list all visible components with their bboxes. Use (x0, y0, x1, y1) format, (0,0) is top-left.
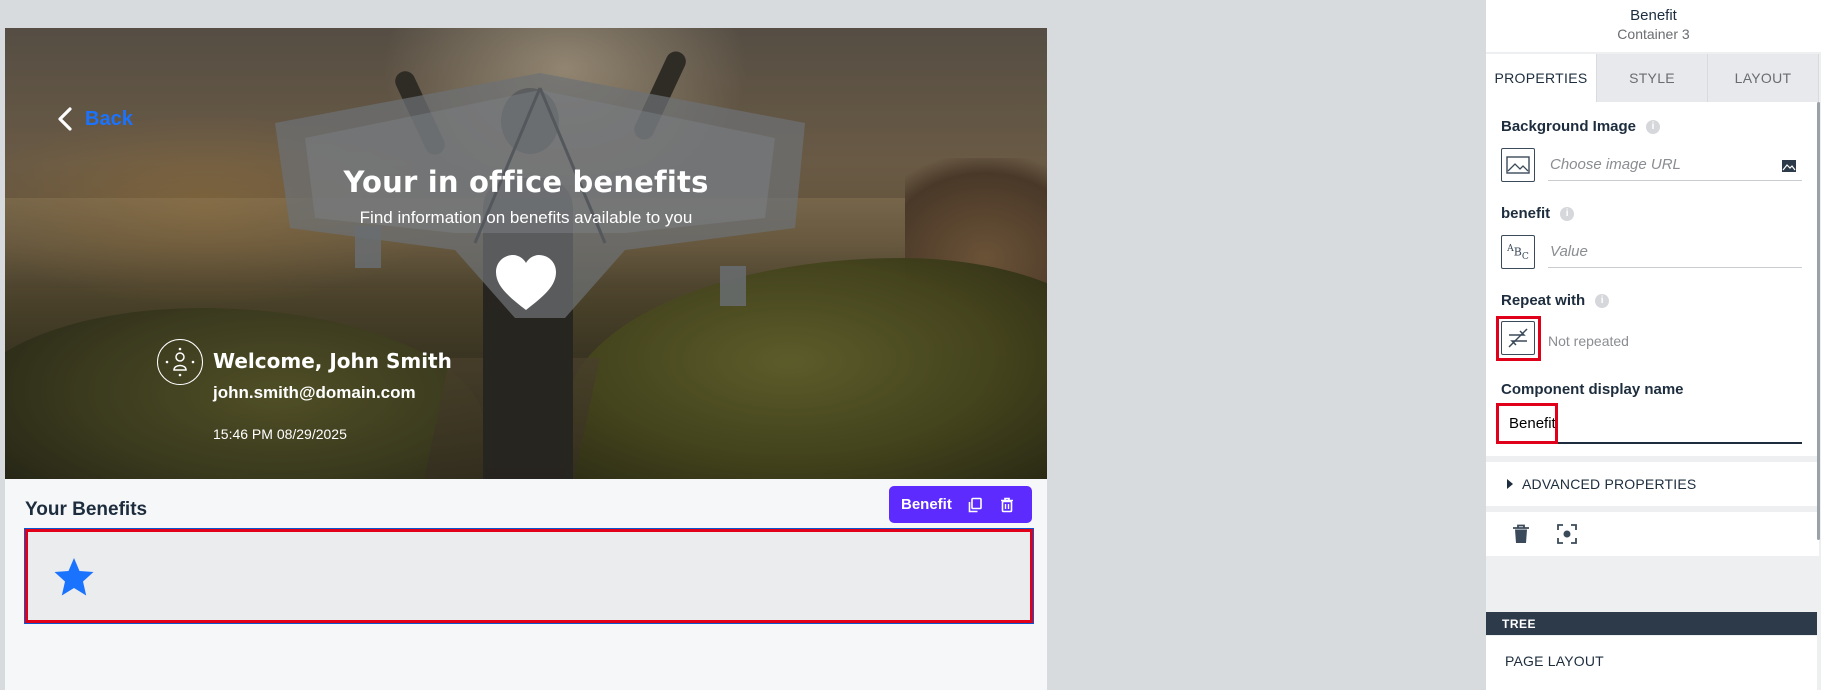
app-canvas-page: Back Your in office benefits Find inform… (5, 28, 1047, 690)
image-type-icon[interactable] (1501, 148, 1535, 182)
tree-item-page-layout[interactable]: PAGE LAYOUT (1505, 653, 1604, 669)
benefit-value-input[interactable] (1548, 236, 1802, 268)
background-image-input[interactable] (1548, 149, 1802, 181)
advanced-properties-label: ADVANCED PROPERTIES (1522, 476, 1697, 492)
trash-icon[interactable] (1510, 523, 1532, 545)
advanced-properties-toggle[interactable]: ADVANCED PROPERTIES (1486, 462, 1819, 506)
background-image-label-text: Background Image (1501, 118, 1637, 135)
panel-subtitle: Container 3 (1617, 26, 1690, 42)
panel-scrollbar[interactable] (1817, 102, 1820, 540)
repeat-with-label-text: Repeat with (1501, 292, 1586, 309)
person-icon (165, 347, 195, 377)
text-type-icon[interactable]: ABC (1501, 235, 1535, 269)
properties-body: Background Image i benefit i ABC Repeat … (1486, 102, 1819, 456)
tab-properties[interactable]: PROPERTIES (1486, 54, 1597, 102)
copy-icon[interactable] (964, 494, 986, 516)
component-toolbar-label[interactable]: Benefit (901, 496, 952, 513)
benefit-field-label: benefit i (1501, 205, 1575, 222)
background-image-label: Background Image i (1501, 118, 1661, 135)
tab-layout[interactable]: LAYOUT (1708, 54, 1819, 102)
properties-panel: Benefit Container 3 PROPERTIES STYLE LAY… (1486, 0, 1821, 690)
caret-right-icon (1507, 479, 1513, 489)
star-icon (54, 558, 94, 596)
user-welcome: Welcome, John Smith (213, 349, 452, 373)
back-label: Back (85, 107, 133, 130)
image-picker-icon[interactable] (1781, 158, 1797, 174)
focus-icon[interactable] (1556, 523, 1578, 545)
display-name-label-text: Component display name (1501, 381, 1684, 398)
chevron-left-icon (58, 107, 72, 131)
tree-body: PAGE LAYOUT (1486, 636, 1817, 690)
tree-header[interactable]: TREE (1486, 612, 1817, 635)
highlight-display-name (1496, 403, 1558, 444)
hero-title: Your in office benefits (343, 165, 709, 199)
user-timestamp: 15:46 PM 08/29/2025 (213, 426, 347, 442)
user-email: john.smith@domain.com (213, 383, 416, 402)
trash-icon[interactable] (996, 494, 1018, 516)
component-actions (1486, 512, 1819, 556)
section-title: Your Benefits (25, 499, 148, 520)
benefit-container[interactable] (24, 528, 1034, 624)
avatar (157, 339, 203, 385)
panel-header: Benefit Container 3 (1486, 0, 1821, 52)
info-icon[interactable]: i (1646, 119, 1661, 134)
panel-tabs: PROPERTIES STYLE LAYOUT (1486, 54, 1819, 102)
component-toolbar: Benefit (889, 486, 1032, 523)
info-icon[interactable]: i (1595, 293, 1610, 308)
repeat-with-value: Not repeated (1548, 333, 1629, 349)
panel-title: Benefit (1630, 7, 1677, 24)
hero-subtitle: Find information on benefits available t… (359, 208, 693, 227)
back-link[interactable]: Back (55, 106, 133, 132)
hero-banner: Back Your in office benefits Find inform… (5, 28, 1047, 479)
heart-icon (496, 255, 556, 310)
highlight-repeat-icon (1496, 316, 1541, 361)
info-icon[interactable]: i (1560, 206, 1575, 221)
tab-style[interactable]: STYLE (1597, 54, 1708, 102)
repeat-with-label: Repeat with i (1501, 292, 1610, 309)
benefit-field-label-text: benefit (1501, 205, 1551, 222)
display-name-label: Component display name (1501, 381, 1684, 398)
